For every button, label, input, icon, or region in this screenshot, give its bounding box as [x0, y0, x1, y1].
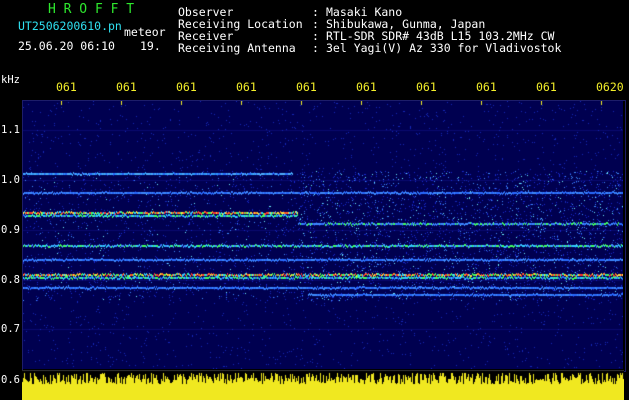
x-tick-label: 061 [56, 80, 77, 94]
x-tick-label: 061 [236, 80, 257, 94]
x-tick-label: 061 [416, 80, 437, 94]
app-title: H R O F F T [48, 2, 135, 17]
x-tick-label: 061 [116, 80, 137, 94]
file-tag: meteor [124, 25, 166, 39]
y-tick-label: 1.0 [1, 174, 20, 186]
spectrogram [23, 101, 623, 369]
file-name: UT2506200610.pn [18, 19, 122, 33]
x-tick-label: 061 [176, 80, 197, 94]
x-tick-label: 061 [476, 80, 497, 94]
x-tick-label: 0620 [596, 80, 624, 94]
info-sep-antenna: : [312, 41, 319, 55]
axis-unit-label: kHz [1, 74, 20, 86]
x-tick-label: 061 [356, 80, 377, 94]
x-tick-label: 061 [536, 80, 557, 94]
y-tick-label: 0.6 [1, 374, 20, 386]
y-tick-label: 1.1 [1, 124, 20, 136]
y-tick-label: 0.7 [1, 323, 20, 335]
signal-level-strip [22, 370, 624, 400]
x-tick-label: 061 [296, 80, 317, 94]
info-key-antenna: Receiving Antenna [178, 41, 296, 55]
y-tick-label: 0.8 [1, 274, 20, 286]
detection-count: 19. [140, 39, 161, 53]
date-time: 25.06.20 06:10 [18, 39, 115, 53]
y-tick-label: 0.9 [1, 224, 20, 236]
info-value-antenna: 3el Yagi(V) Az 330 for Vladivostok [326, 41, 562, 55]
